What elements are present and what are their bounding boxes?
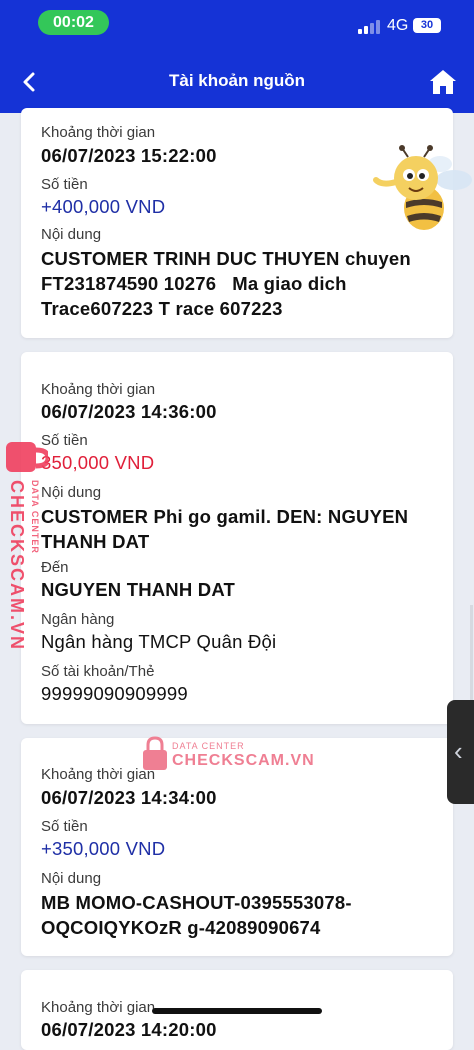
recipient-name: NGUYEN THANH DAT	[41, 579, 236, 600]
transaction-amount: +400,000 VND	[41, 196, 166, 217]
transaction-content: MB MOMO-CASHOUT-0395553078-OQCOIQYKOzR g…	[41, 892, 352, 938]
side-drawer-handle[interactable]: ‹	[447, 700, 474, 804]
bee-mascot-icon	[372, 142, 474, 237]
watermark-sub: DATA CENTER	[172, 741, 245, 751]
account-number: 99999090909999	[41, 683, 188, 704]
transaction-amount: +350,000 VND	[41, 838, 166, 859]
home-button[interactable]	[427, 65, 459, 99]
lock-icon	[6, 442, 51, 472]
app-header: 00:02 4G 30 Tài khoản nguồn	[0, 0, 474, 113]
watermark-sub: DATA CENTER	[30, 480, 40, 554]
chevron-left-icon: ‹	[454, 736, 463, 766]
status-bar: 00:02 4G 30	[0, 0, 474, 46]
signal-icon	[358, 20, 380, 34]
watermark-center: DATA CENTER CHECKSCAM.VN	[140, 736, 314, 776]
watermark-vertical: CHECKSCAM.VN DATA CENTER	[4, 440, 51, 651]
transaction-content: CUSTOMER TRINH DUC THUYEN chuyen FT23187…	[41, 248, 417, 319]
transaction-time: 06/07/2023 14:20:00	[41, 1019, 217, 1040]
page-title: Tài khoản nguồn	[169, 71, 305, 90]
network-type: 4G	[387, 17, 409, 34]
content-label: Nội dung	[41, 870, 102, 887]
bank-name: Ngân hàng TMCP Quân Đội	[41, 631, 277, 652]
bank-label: Ngân hàng	[41, 611, 115, 628]
content-label: Nội dung	[41, 484, 102, 501]
account-label: Số tài khoản/Thẻ	[41, 663, 155, 680]
transaction-content: CUSTOMER Phi go gamil. DEN: NGUYEN THANH…	[41, 506, 414, 552]
transaction-time: 06/07/2023 14:34:00	[41, 787, 217, 808]
watermark-brand: CHECKSCAM.VN	[7, 480, 27, 652]
home-icon	[430, 70, 456, 94]
time-label: Khoảng thời gian	[41, 124, 156, 141]
amount-label: Số tiền	[41, 176, 88, 193]
time-label: Khoảng thời gian	[41, 381, 156, 398]
transaction-card[interactable]: Khoảng thời gian 06/07/2023 14:36:00 Số …	[21, 352, 453, 724]
battery-icon: 30	[413, 18, 441, 33]
home-indicator[interactable]	[152, 1008, 322, 1014]
transaction-time: 06/07/2023 14:36:00	[41, 401, 217, 422]
watermark-brand: CHECKSCAM.VN	[172, 752, 315, 769]
status-time: 00:02	[38, 10, 109, 35]
transaction-time: 06/07/2023 15:22:00	[41, 145, 217, 166]
lock-icon	[143, 736, 167, 770]
amount-label: Số tiền	[41, 818, 88, 835]
transaction-amount: 350,000 VND	[41, 452, 155, 473]
content-label: Nội dung	[41, 226, 102, 243]
scrollbar[interactable]	[470, 605, 473, 700]
time-label: Khoảng thời gian	[41, 766, 156, 783]
time-label: Khoảng thời gian	[41, 999, 156, 1016]
